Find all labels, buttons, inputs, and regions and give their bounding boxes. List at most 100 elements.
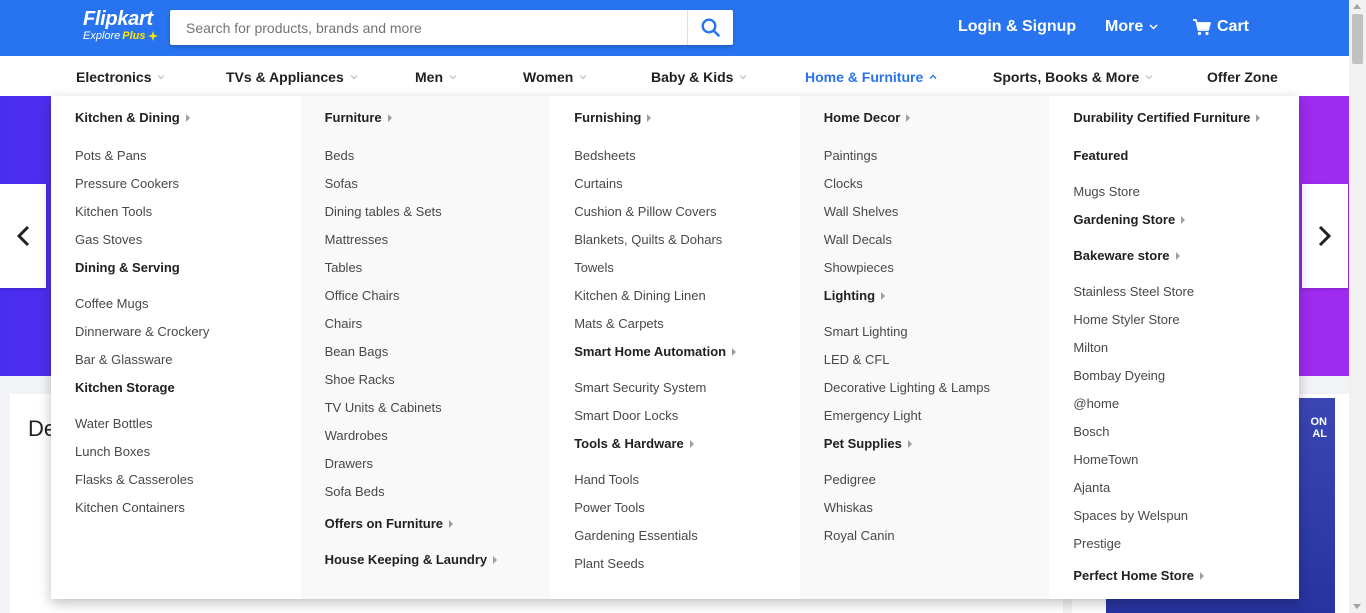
menu-item[interactable]: Bar & Glassware: [75, 350, 301, 378]
chevron-down-icon: [350, 75, 358, 80]
menu-heading[interactable]: Home Decor: [824, 110, 1050, 146]
menu-item[interactable]: Lunch Boxes: [75, 442, 301, 470]
menu-item[interactable]: Smart Security System: [574, 378, 800, 406]
menu-item[interactable]: Sofa Beds: [325, 482, 551, 510]
menu-heading[interactable]: Kitchen & Dining: [75, 110, 301, 146]
menu-item[interactable]: Beds: [325, 146, 551, 174]
nav-home-furniture[interactable]: Home & Furniture: [805, 69, 937, 85]
menu-heading[interactable]: Bakeware store: [1073, 246, 1299, 282]
menu-heading[interactable]: Dining & Serving: [75, 258, 301, 294]
menu-item[interactable]: Emergency Light: [824, 406, 1050, 434]
menu-item[interactable]: Wall Decals: [824, 230, 1050, 258]
menu-item[interactable]: @home: [1073, 394, 1299, 422]
nav-men[interactable]: Men: [415, 69, 457, 85]
nav-sports-books[interactable]: Sports, Books & More: [993, 69, 1153, 85]
menu-item[interactable]: Tables: [325, 258, 551, 286]
menu-item[interactable]: Dinnerware & Crockery: [75, 322, 301, 350]
menu-item[interactable]: Stainless Steel Store: [1073, 282, 1299, 310]
search-input[interactable]: [170, 10, 687, 45]
flipkart-logo[interactable]: Flipkart Explore Plus: [83, 9, 158, 42]
menu-item[interactable]: Plant Seeds: [574, 554, 800, 582]
menu-heading[interactable]: House Keeping & Laundry: [325, 550, 551, 586]
menu-item[interactable]: LED & CFL: [824, 350, 1050, 378]
menu-heading[interactable]: Perfect Home Store: [1073, 566, 1299, 602]
menu-item[interactable]: Milton: [1073, 338, 1299, 366]
menu-item[interactable]: Pressure Cookers: [75, 174, 301, 202]
menu-item[interactable]: Curtains: [574, 174, 800, 202]
promo-line: AL: [1312, 428, 1327, 440]
menu-item[interactable]: Mats & Carpets: [574, 314, 800, 342]
menu-heading[interactable]: Pet Supplies: [824, 434, 1050, 470]
menu-item[interactable]: Bosch: [1073, 422, 1299, 450]
menu-item[interactable]: Mattresses: [325, 230, 551, 258]
menu-item[interactable]: Gardening Essentials: [574, 526, 800, 554]
menu-item[interactable]: Prestige: [1073, 534, 1299, 562]
menu-heading[interactable]: Tools & Hardware: [574, 434, 800, 470]
menu-item[interactable]: Decorative Lighting & Lamps: [824, 378, 1050, 406]
menu-heading[interactable]: Gardening Store: [1073, 210, 1299, 246]
menu-item[interactable]: HomeTown: [1073, 450, 1299, 478]
menu-item[interactable]: Cushion & Pillow Covers: [574, 202, 800, 230]
menu-item[interactable]: Kitchen & Dining Linen: [574, 286, 800, 314]
menu-heading[interactable]: Offers on Furniture: [325, 514, 551, 550]
menu-item[interactable]: Kitchen Containers: [75, 498, 301, 526]
menu-item[interactable]: Spaces by Welspun: [1073, 506, 1299, 534]
nav-offer-zone[interactable]: Offer Zone: [1207, 69, 1278, 85]
nav-electronics[interactable]: Electronics: [76, 69, 165, 85]
menu-item[interactable]: Smart Door Locks: [574, 406, 800, 434]
menu-heading[interactable]: Smart Home Automation: [574, 342, 800, 378]
more-menu[interactable]: More: [1105, 18, 1158, 36]
menu-item[interactable]: Bedsheets: [574, 146, 800, 174]
menu-item[interactable]: Drawers: [325, 454, 551, 482]
menu-item[interactable]: Smart Lighting: [824, 322, 1050, 350]
menu-heading[interactable]: Lighting: [824, 286, 1050, 322]
login-signup-link[interactable]: Login & Signup: [958, 18, 1076, 36]
menu-item[interactable]: Kitchen Tools: [75, 202, 301, 230]
scroll-up-arrow[interactable]: [1353, 4, 1361, 9]
menu-heading[interactable]: Furniture: [325, 110, 551, 146]
nav-tvs-appliances[interactable]: TVs & Appliances: [226, 69, 358, 85]
menu-item[interactable]: Clocks: [824, 174, 1050, 202]
menu-item[interactable]: Royal Canin: [824, 526, 1050, 554]
menu-item[interactable]: Chairs: [325, 314, 551, 342]
menu-item[interactable]: Water Bottles: [75, 414, 301, 442]
nav-women[interactable]: Women: [523, 69, 587, 85]
scroll-down-arrow[interactable]: [1353, 604, 1361, 609]
page-scrollbar[interactable]: [1349, 0, 1366, 613]
menu-item[interactable]: Dining tables & Sets: [325, 202, 551, 230]
menu-item[interactable]: Bombay Dyeing: [1073, 366, 1299, 394]
menu-item[interactable]: Coffee Mugs: [75, 294, 301, 322]
menu-item[interactable]: Shoe Racks: [325, 370, 551, 398]
menu-heading[interactable]: Featured: [1073, 146, 1299, 182]
menu-item[interactable]: Hand Tools: [574, 470, 800, 498]
banner-next-button[interactable]: [1302, 184, 1348, 288]
menu-item[interactable]: Wardrobes: [325, 426, 551, 454]
menu-item[interactable]: Office Chairs: [325, 286, 551, 314]
menu-item[interactable]: Flasks & Casseroles: [75, 470, 301, 498]
menu-item[interactable]: Whiskas: [824, 498, 1050, 526]
search-button[interactable]: [687, 10, 733, 45]
scroll-thumb[interactable]: [1352, 14, 1363, 64]
menu-item[interactable]: Paintings: [824, 146, 1050, 174]
menu-heading[interactable]: Durability Certified Furniture: [1073, 110, 1299, 146]
menu-heading[interactable]: Furnishing: [574, 110, 800, 146]
menu-item[interactable]: Home Styler Store: [1073, 310, 1299, 338]
menu-item[interactable]: Pots & Pans: [75, 146, 301, 174]
menu-item[interactable]: TV Units & Cabinets: [325, 398, 551, 426]
cart-link[interactable]: Cart: [1193, 18, 1249, 36]
menu-item[interactable]: Wall Shelves: [824, 202, 1050, 230]
menu-item[interactable]: Towels: [574, 258, 800, 286]
menu-item[interactable]: Gas Stoves: [75, 230, 301, 258]
menu-item[interactable]: Blankets, Quilts & Dohars: [574, 230, 800, 258]
menu-heading[interactable]: Kitchen Storage: [75, 378, 301, 414]
banner-prev-button[interactable]: [0, 184, 46, 288]
menu-item[interactable]: Ajanta: [1073, 478, 1299, 506]
nav-baby-kids[interactable]: Baby & Kids: [651, 69, 747, 85]
menu-item[interactable]: Bean Bags: [325, 342, 551, 370]
menu-item[interactable]: Mugs Store: [1073, 182, 1299, 210]
menu-item[interactable]: Sofas: [325, 174, 551, 202]
heading-label: Kitchen & Dining: [75, 110, 180, 125]
menu-item[interactable]: Pedigree: [824, 470, 1050, 498]
menu-item[interactable]: Power Tools: [574, 498, 800, 526]
menu-item[interactable]: Showpieces: [824, 258, 1050, 286]
